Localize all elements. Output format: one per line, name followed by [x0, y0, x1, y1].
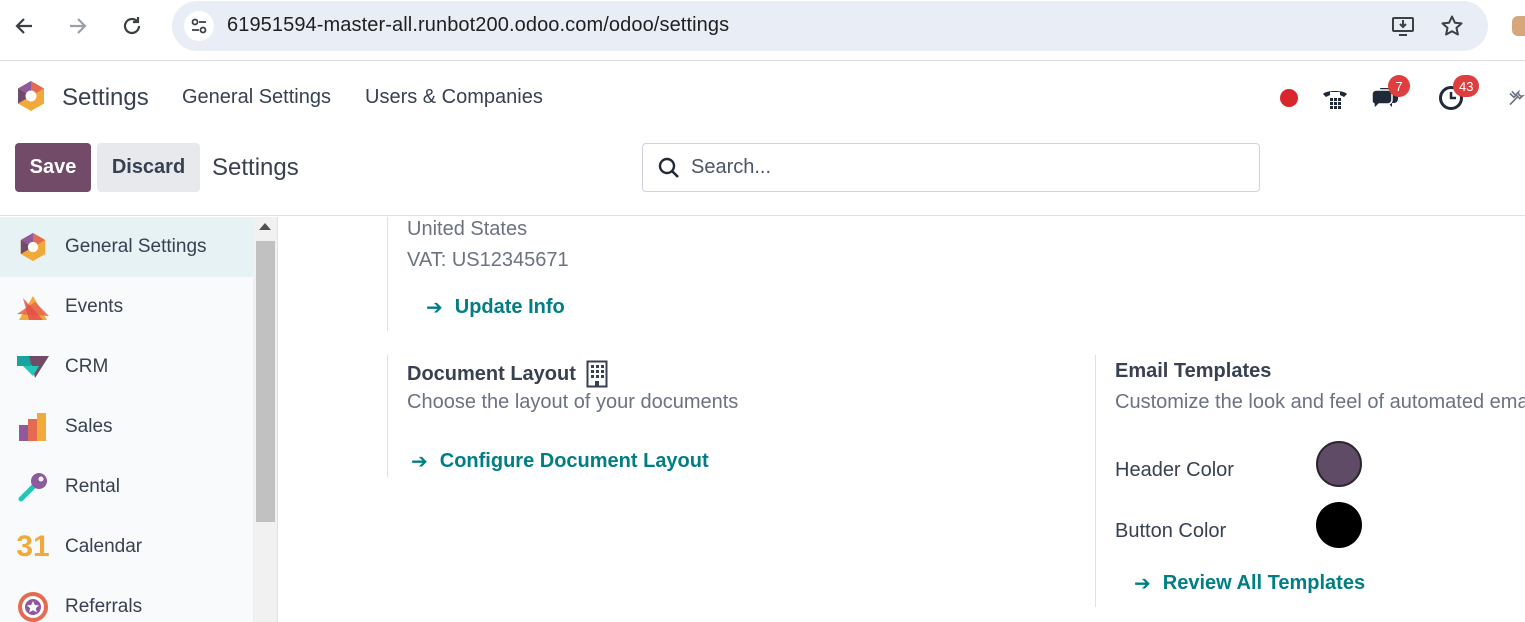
- button-color-picker[interactable]: [1316, 502, 1362, 548]
- sidebar-item-label: General Settings: [65, 236, 207, 257]
- address-bar[interactable]: 61951594-master-all.runbot200.odoo.com/o…: [172, 1, 1488, 51]
- star-icon: [1441, 15, 1463, 36]
- email-templates-title: Email Templates: [1115, 360, 1272, 382]
- arrow-right-icon: [70, 18, 87, 34]
- building-icon: [586, 360, 608, 388]
- reload-button[interactable]: [116, 10, 148, 42]
- crm-app-icon: [15, 349, 51, 385]
- search-input[interactable]: [691, 145, 1251, 190]
- sidebar-item-referrals[interactable]: Referrals: [0, 577, 253, 622]
- sidebar-item-label: Events: [65, 296, 124, 317]
- referrals-app-icon: [15, 589, 51, 622]
- reload-icon: [123, 17, 141, 35]
- search-icon: [657, 156, 681, 180]
- sidebar-item-label: Rental: [65, 476, 120, 497]
- sidebar-item-label: Calendar: [65, 536, 143, 557]
- messages-badge: 7: [1388, 75, 1410, 97]
- search-bar[interactable]: [642, 143, 1260, 192]
- url-text[interactable]: 61951594-master-all.runbot200.odoo.com/o…: [227, 14, 729, 37]
- sidebar-item-label: CRM: [65, 356, 109, 377]
- main-navbar: Settings General Settings Users & Compan…: [0, 62, 1525, 134]
- browser-toolbar: 61951594-master-all.runbot200.odoo.com/o…: [0, 0, 1525, 61]
- divider: [387, 217, 388, 331]
- header-color-picker[interactable]: [1316, 441, 1362, 487]
- arrow-right-icon: ➔: [411, 451, 428, 473]
- sidebar-item-general-settings[interactable]: General Settings: [0, 217, 253, 277]
- company-country: United States: [407, 218, 528, 240]
- save-button[interactable]: Save: [15, 143, 91, 192]
- document-layout-title: Document Layout: [407, 360, 608, 388]
- settings-app-icon: [15, 229, 51, 265]
- menu-general-settings[interactable]: General Settings: [182, 86, 331, 109]
- sidebar-item-calendar[interactable]: 31 Calendar: [0, 517, 253, 577]
- sidebar-item-sales[interactable]: Sales: [0, 397, 253, 457]
- tune-icon: [191, 18, 207, 34]
- configure-document-layout-link[interactable]: ➔ Configure Document Layout: [411, 449, 709, 474]
- sidebar-item-label: Referrals: [65, 596, 143, 617]
- sidebar-item-events[interactable]: Events: [0, 277, 253, 337]
- company-vat: VAT: US12345671: [407, 249, 569, 271]
- menu-users-companies[interactable]: Users & Companies: [365, 86, 543, 109]
- install-app-icon: [1392, 17, 1414, 36]
- settings-app-logo-icon[interactable]: [15, 80, 47, 112]
- discard-button[interactable]: Discard: [97, 143, 200, 192]
- phone-icon: [1323, 91, 1347, 109]
- control-panel: Save Discard Settings: [0, 134, 1525, 216]
- bookmark-button[interactable]: [1437, 11, 1467, 41]
- rental-app-icon: [15, 469, 51, 505]
- update-info-link[interactable]: ➔ Update Info: [426, 295, 565, 320]
- email-templates-description: Customize the look and feel of automated…: [1115, 391, 1525, 413]
- activities-badge: 43: [1453, 75, 1480, 97]
- recording-indicator[interactable]: [1278, 82, 1300, 114]
- breadcrumb-title: Settings: [212, 154, 299, 181]
- scroll-up-arrow-icon[interactable]: [259, 223, 271, 230]
- app-name[interactable]: Settings: [62, 84, 149, 112]
- divider: [1095, 355, 1096, 607]
- sales-app-icon: [15, 409, 51, 445]
- activities-button[interactable]: 43: [1437, 75, 1480, 114]
- tools-icon: [1509, 89, 1525, 106]
- debug-tools-button[interactable]: [1508, 82, 1525, 114]
- forward-button[interactable]: [62, 10, 94, 42]
- back-button[interactable]: [8, 10, 40, 42]
- document-layout-description: Choose the layout of your documents: [407, 391, 739, 413]
- messages-button[interactable]: 7: [1370, 75, 1410, 114]
- review-all-templates-link[interactable]: ➔ Review All Templates: [1134, 571, 1365, 596]
- arrow-right-icon: ➔: [1134, 573, 1151, 595]
- arrow-right-icon: ➔: [426, 297, 443, 319]
- sidebar-item-label: Sales: [65, 416, 113, 437]
- profile-avatar[interactable]: [1512, 16, 1525, 36]
- settings-content: United States VAT: US12345671 ➔ Update I…: [279, 217, 1525, 622]
- calendar-app-icon: 31: [16, 530, 50, 563]
- sidebar-item-crm[interactable]: CRM: [0, 337, 253, 397]
- scrollbar-thumb[interactable]: [256, 241, 275, 522]
- header-color-label: Header Color: [1115, 459, 1234, 481]
- install-app-button[interactable]: [1388, 11, 1418, 41]
- button-color-label: Button Color: [1115, 520, 1227, 542]
- record-dot-icon: [1280, 89, 1298, 107]
- divider: [387, 355, 388, 477]
- settings-sidebar: General Settings Events CRM Sales Rental…: [0, 217, 278, 622]
- sidebar-scrollbar[interactable]: [253, 217, 277, 622]
- site-info-button[interactable]: [184, 11, 214, 41]
- sidebar-item-rental[interactable]: Rental: [0, 457, 253, 517]
- arrow-left-icon: [15, 18, 32, 34]
- events-app-icon: [15, 289, 51, 325]
- voip-button[interactable]: [1320, 82, 1350, 114]
